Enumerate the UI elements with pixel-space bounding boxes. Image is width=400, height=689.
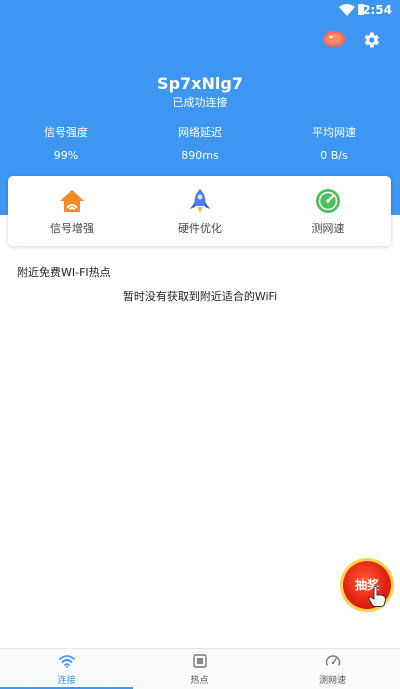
wifi-icon [58,655,75,668]
feature-card: 信号增强 硬件优化 测网速 [8,176,391,246]
hotspot-empty-message: 暂时没有获取到附近适合的WiFi [122,290,278,303]
stat-label-speed: 平均网速 [312,126,356,139]
speedometer-icon [316,189,340,213]
tab-hotspot-label: 热点 [190,676,209,686]
lottery-button[interactable]: 抽奖 [343,561,391,609]
status-time: 2:54 [362,3,392,17]
feature-hardware-optimize[interactable]: 硬件优化 [136,176,264,246]
egg-icon[interactable] [322,29,346,49]
stat-label-latency: 网络延迟 [178,126,222,139]
hotspot-icon [192,654,207,668]
feature-signal-boost-label: 信号增强 [50,222,94,235]
feature-speed-test[interactable]: 测网速 [264,176,392,246]
stat-value-signal: 99% [53,149,79,162]
stat-value-latency: 890ms [181,149,219,162]
feature-signal-boost[interactable]: 信号增强 [8,176,136,246]
bottom-tab-bar: 连接 热点 测网速 [0,648,400,689]
hand-pointer-icon [368,585,387,607]
tab-hotspot[interactable]: 热点 [133,649,266,689]
tab-speed-test-label: 测网速 [318,676,346,686]
connection-status: 已成功连接 [172,96,228,109]
tab-connect-label: 连接 [57,676,76,686]
feature-hardware-optimize-label: 硬件优化 [178,222,222,235]
tab-connect[interactable]: 连接 [0,649,133,689]
status-bar: 2:54 [0,0,400,20]
feature-speed-test-label: 测网速 [311,222,345,235]
stat-value-speed: 0 B/s [320,149,348,162]
wifi-status-icon [339,4,355,16]
gear-icon[interactable] [361,30,381,50]
tab-speed-test[interactable]: 测网速 [266,649,399,689]
house-signal-icon [60,190,84,212]
stat-label-signal: 信号强度 [44,126,88,139]
hotspot-section-title: 附近免费WI-FI热点 [17,266,111,279]
rocket-icon [190,189,210,213]
network-ssid: Sp7xNlg7 [157,74,243,93]
speed-test-icon [325,655,340,666]
